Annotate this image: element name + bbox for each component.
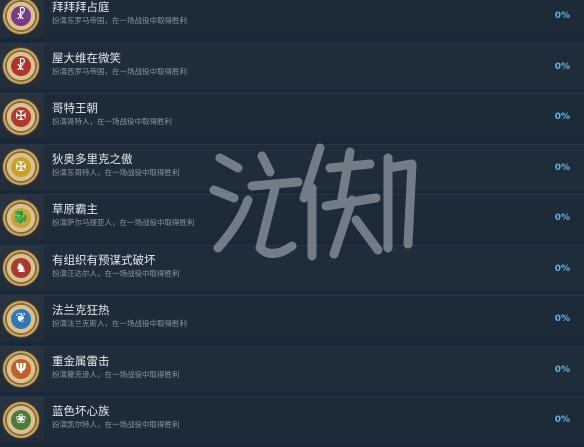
achievement-badge: Ψ — [0, 346, 44, 392]
achievement-badge: ♞ — [0, 245, 44, 291]
achievement-title: 拜拜拜占庭 — [52, 0, 110, 14]
achievement-badge: ✠ — [0, 94, 44, 139]
achievement-percent: 0% — [554, 213, 570, 223]
antlers-icon: Ψ — [3, 351, 39, 387]
achievement-row[interactable]: ✠ 哥特王朝 扮演哥特人，在一场战役中取得胜利 0% — [0, 93, 584, 139]
achievement-percent: 0% — [554, 112, 570, 122]
achievement-title: 蓝色坏心族 — [52, 404, 110, 418]
achievement-title: 狄奥多里克之傲 — [52, 151, 133, 166]
horse-icon: ♞ — [3, 250, 39, 286]
achievement-badge: ❀ — [0, 397, 44, 442]
achievement-title: 草原霸主 — [52, 202, 98, 216]
achievement-percent: 0% — [554, 61, 570, 72]
achievement-row[interactable]: ❀ 蓝色坏心族 扮演凯尔特人，在一场战役中取得胜利 0% — [0, 396, 584, 442]
achievement-percent: 0% — [554, 263, 570, 274]
bird-icon: ❦ — [3, 300, 39, 337]
achievement-percent: 0% — [554, 11, 570, 21]
achievement-badge: ☧ — [0, 43, 44, 89]
achievement-description: 扮演西罗马帝国，在一场战役中取得胜利 — [52, 66, 187, 76]
chi-rho-icon: ☧ — [3, 48, 39, 84]
achievement-row[interactable]: ✠ 狄奥多里克之傲 扮演东哥特人，在一场战役中取得胜利 0% — [0, 143, 584, 190]
achievement-description: 扮演东哥特人，在一场战役中取得胜利 — [52, 167, 180, 177]
achievement-percent: 0% — [554, 364, 570, 375]
achievement-description: 扮演哥特人，在一场战役中取得胜利 — [52, 117, 172, 126]
achievement-badge: ❦ — [0, 296, 44, 341]
achievement-description: 扮演法兰克斯人，在一场战役中取得胜利 — [52, 319, 187, 328]
achievement-badge: 🐉 — [0, 195, 44, 240]
achievement-description: 扮演萨尔马提亚人，在一场战役中取得胜利 — [52, 218, 195, 227]
achievement-row[interactable]: 🐉 草原霸主 扮演萨尔马提亚人，在一场战役中取得胜利 0% — [0, 194, 584, 240]
achievement-description: 扮演东罗马帝国，在一场战役中取得胜利 — [52, 16, 187, 25]
achievement-description: 扮演汪达尔人，在一场战役中取得胜利 — [52, 268, 180, 278]
achievement-row[interactable]: ☧ 屋大维在微笑 扮演西罗马帝国，在一场战役中取得胜利 0% — [0, 42, 584, 89]
iron-cross-icon: ✠ — [3, 98, 39, 135]
dragon-icon: 🐉 — [3, 199, 39, 236]
achievement-percent: 0% — [554, 314, 570, 324]
achievement-row[interactable]: ❦ 法兰克狂热 扮演法兰克斯人，在一场战役中取得胜利 0% — [0, 295, 584, 341]
achievement-title: 重金属雷击 — [52, 353, 110, 368]
achievement-row[interactable]: ♞ 有组织有预谋式破坏 扮演汪达尔人，在一场战役中取得胜利 0% — [0, 244, 584, 291]
achievement-badge: ✠ — [0, 144, 44, 190]
chi-rho-icon: ☧ — [3, 0, 39, 34]
achievement-title: 屋大维在微笑 — [52, 50, 121, 65]
achievement-percent: 0% — [554, 415, 570, 425]
achievement-row[interactable]: Ψ 重金属雷击 扮演撒克逊人，在一场战役中取得胜利 0% — [0, 345, 584, 392]
achievement-title: 有组织有预谋式破坏 — [52, 252, 156, 267]
achievement-description: 扮演撒克逊人，在一场战役中取得胜利 — [52, 369, 180, 379]
achievement-title: 哥特王朝 — [52, 101, 98, 115]
achievement-percent: 0% — [554, 162, 570, 173]
iron-cross-icon: ✠ — [3, 149, 39, 185]
achievement-badge: ☧ — [0, 0, 44, 38]
achievement-list: ☧ 拜拜拜占庭 扮演东罗马帝国，在一场战役中取得胜利 0% ☧ 屋大维在微笑 扮… — [0, 0, 584, 447]
achievement-title: 法兰克狂热 — [52, 303, 110, 317]
achievement-description: 扮演凯尔特人，在一场战役中取得胜利 — [52, 420, 180, 429]
achievement-row[interactable]: ☧ 拜拜拜占庭 扮演东罗马帝国，在一场战役中取得胜利 0% — [0, 0, 584, 38]
knot-icon: ❀ — [3, 401, 39, 438]
